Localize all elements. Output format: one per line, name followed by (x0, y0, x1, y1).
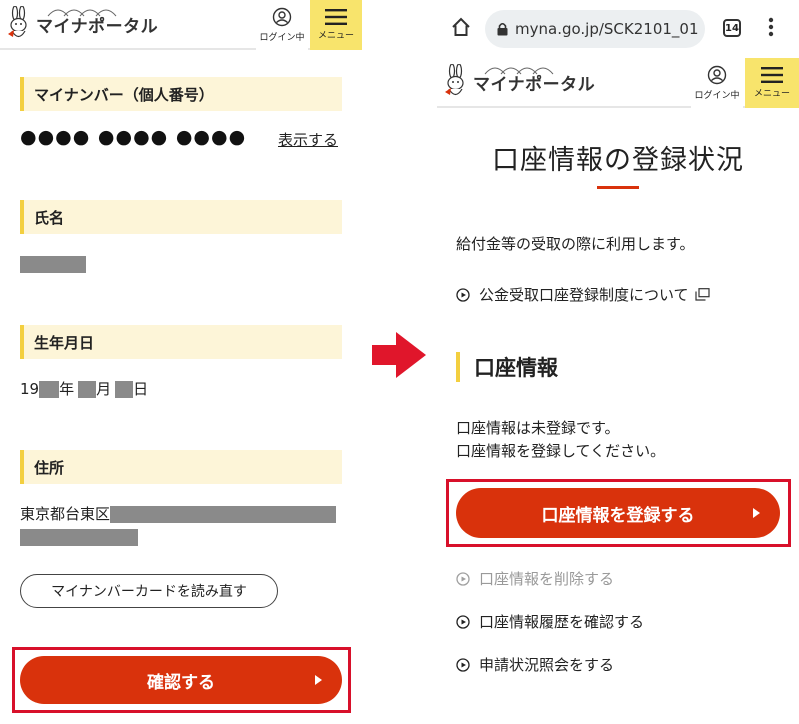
user-icon (272, 7, 292, 27)
register-account-button[interactable]: 口座情報を登録する (456, 488, 780, 538)
logo-arcs-icon (484, 67, 554, 74)
portal-header: マイナポータル ログイン中 メニュー (0, 0, 362, 50)
page-title: 口座情報の登録状況 (492, 145, 744, 176)
name-value (20, 255, 86, 273)
play-arrow-icon (753, 508, 760, 518)
name-heading: 氏名 (20, 200, 342, 234)
login-label: ログイン中 (694, 91, 740, 101)
address-bar[interactable]: myna.go.jp/SCK2101_01 (485, 10, 705, 48)
hamburger-icon (325, 9, 347, 25)
birth-day-suffix: 日 (133, 380, 149, 398)
description-text: 給付金等の受取の際に利用します。 (456, 235, 695, 253)
redacted-block (115, 381, 134, 398)
user-icon (707, 65, 727, 85)
my-number-heading: マイナンバー（個人番号） (20, 77, 342, 111)
birthdate-heading: 生年月日 (20, 325, 342, 359)
redacted-block (78, 381, 97, 398)
account-history-link-label: 口座情報履歴を確認する (479, 613, 645, 631)
play-circle-icon (456, 287, 470, 302)
about-system-link[interactable]: 公金受取口座登録制度について (456, 284, 710, 305)
menu-button[interactable]: メニュー (745, 58, 799, 108)
transition-arrow-icon (372, 332, 426, 378)
menu-button[interactable]: メニュー (310, 0, 362, 50)
right-screen: myna.go.jp/SCK2101_01 14 マイナポータル ログイン中 メ… (437, 0, 799, 724)
login-label: ログイン中 (259, 33, 305, 43)
logo-arcs-icon (47, 9, 117, 16)
play-circle-icon (456, 614, 470, 629)
portal-logo[interactable]: マイナポータル (443, 64, 595, 100)
about-system-link-label: 公金受取口座登録制度について (479, 286, 689, 304)
portal-logo[interactable]: マイナポータル (6, 6, 158, 42)
delete-account-link[interactable]: 口座情報を削除する (456, 568, 614, 589)
birth-month-suffix: 月 (96, 380, 112, 398)
redacted-block (20, 256, 86, 273)
account-status-line1: 口座情報は未登録です。 (456, 419, 620, 437)
birth-year-prefix: 19 (20, 380, 40, 398)
external-link-icon (694, 288, 710, 301)
login-status-button[interactable]: ログイン中 (691, 58, 743, 108)
redacted-block (39, 381, 60, 398)
more-options-icon[interactable] (768, 17, 774, 37)
address-value-line2 (20, 528, 138, 546)
left-screen: マイナポータル ログイン中 メニュー マイナンバー（個人番号） ●●●● ●●●… (0, 0, 362, 724)
account-status-line2: 口座情報を登録してください。 (456, 442, 666, 460)
menu-label: メニュー (317, 31, 354, 41)
home-icon[interactable] (451, 17, 471, 37)
menu-label: メニュー (753, 89, 790, 99)
mascot-rabbit-icon (445, 64, 464, 96)
address-prefix: 東京都台東区 (20, 505, 111, 523)
address-heading: 住所 (20, 450, 342, 484)
application-inquiry-link-label: 申請状況照会をする (479, 656, 615, 674)
title-underline (597, 186, 639, 189)
address-value: 東京都台東区 (20, 503, 337, 524)
play-circle-icon (456, 657, 470, 672)
logo-text: マイナポータル (473, 74, 596, 95)
logo-text: マイナポータル (36, 16, 159, 37)
my-number-masked-value: ●●●● ●●●● ●●●● (20, 126, 247, 148)
play-circle-icon (456, 571, 470, 586)
mascot-rabbit-icon (8, 6, 27, 38)
lock-icon (497, 22, 508, 36)
birthdate-value: 19 年 月 日 (20, 378, 148, 399)
show-my-number-link[interactable]: 表示する (278, 129, 338, 150)
portal-header: マイナポータル ログイン中 メニュー (437, 58, 799, 108)
play-arrow-icon (315, 675, 322, 685)
register-account-button-label: 口座情報を登録する (541, 505, 695, 526)
login-status-button[interactable]: ログイン中 (256, 0, 308, 50)
tab-count-button[interactable]: 14 (723, 19, 741, 37)
application-inquiry-link[interactable]: 申請状況照会をする (456, 654, 614, 675)
redacted-block (20, 529, 138, 546)
confirm-button-label: 確認する (147, 672, 215, 693)
reread-card-button[interactable]: マイナンバーカードを読み直す (20, 574, 278, 608)
birth-year-suffix: 年 (59, 380, 75, 398)
delete-account-link-label: 口座情報を削除する (479, 570, 615, 588)
account-history-link[interactable]: 口座情報履歴を確認する (456, 611, 644, 632)
browser-toolbar: myna.go.jp/SCK2101_01 14 (437, 0, 799, 56)
redacted-block (110, 506, 337, 523)
account-info-heading: 口座情報 (456, 352, 558, 382)
url-text: myna.go.jp/SCK2101_01 (515, 20, 699, 38)
hamburger-icon (761, 67, 783, 83)
confirm-button[interactable]: 確認する (20, 656, 342, 704)
